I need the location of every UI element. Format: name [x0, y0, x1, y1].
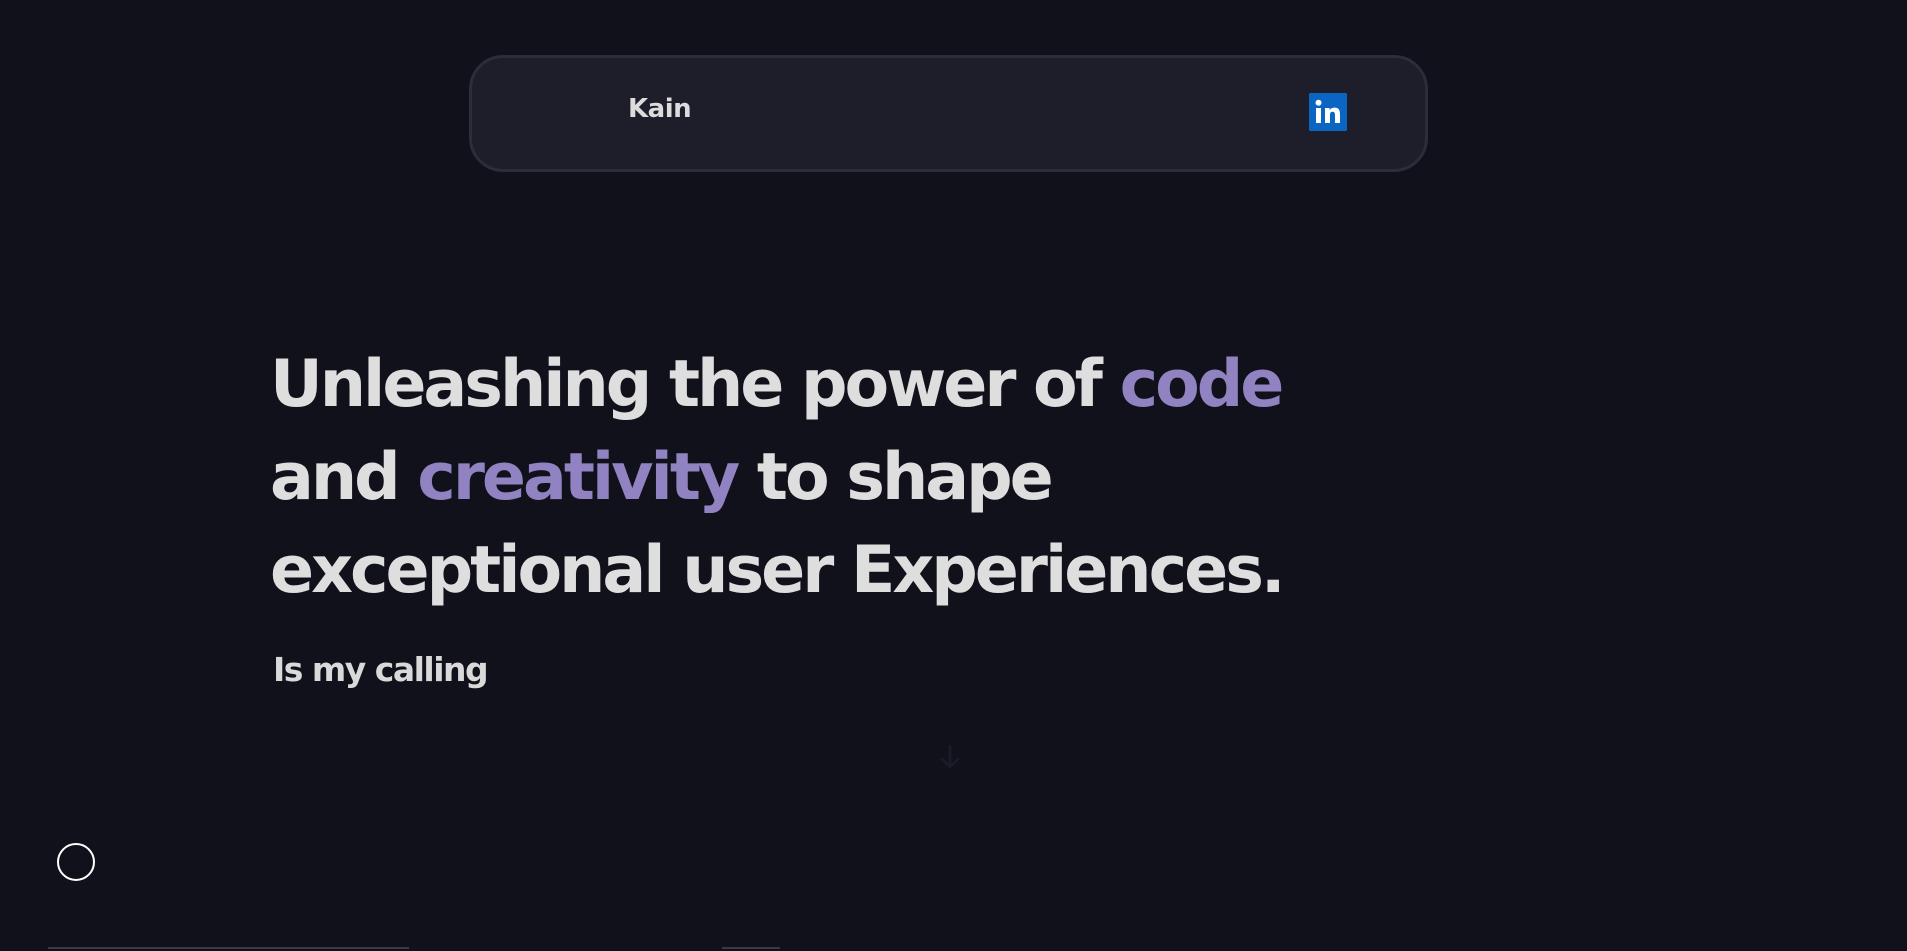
cursor-circle-icon — [57, 843, 95, 881]
headline-text: Unleashing the power of — [270, 347, 1120, 422]
divider — [48, 947, 409, 949]
headline-accent-creativity: creativity — [417, 440, 740, 515]
headline-text: to shape — [737, 440, 1054, 515]
hero-section: Unleashing the power of code and creativi… — [270, 338, 1420, 617]
navbar: Kain — [469, 55, 1428, 172]
divider — [722, 947, 780, 949]
hero-subline: Is my calling — [273, 650, 489, 689]
headline-accent-code: code — [1119, 347, 1285, 422]
hero-headline: Unleashing the power of code and creativi… — [270, 338, 1420, 617]
headline-text: and — [270, 440, 418, 515]
brand-name[interactable]: Kain — [628, 96, 692, 122]
headline-text: exceptional user Experiences. — [270, 533, 1286, 608]
arrow-down-icon[interactable] — [935, 742, 965, 772]
linkedin-icon[interactable] — [1309, 93, 1347, 131]
